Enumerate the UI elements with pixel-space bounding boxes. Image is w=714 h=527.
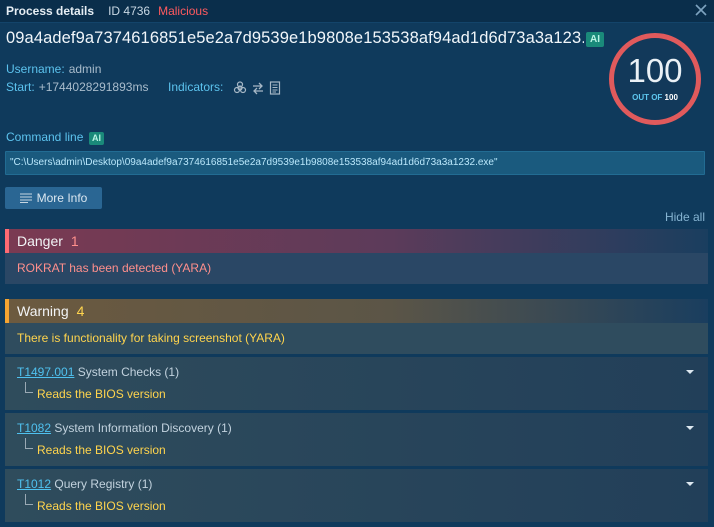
technique-name: System Checks (1) bbox=[77, 365, 180, 379]
danger-item: ROKRAT has been detected (YARA) bbox=[5, 253, 708, 284]
score-value: 100 bbox=[627, 52, 683, 89]
more-info-label: More Info bbox=[36, 191, 88, 205]
technique-name: Query Registry (1) bbox=[54, 477, 153, 491]
more-info-button[interactable]: More Info bbox=[5, 187, 102, 209]
technique-detail: Reads the BIOS version bbox=[37, 387, 166, 401]
start-value: +1744028291893ms bbox=[38, 80, 149, 94]
danger-label: Danger bbox=[17, 233, 63, 249]
score-out-of-label: OUT OF bbox=[632, 93, 663, 102]
network-arrows-icon[interactable] bbox=[251, 81, 265, 95]
command-line-label: Command line bbox=[6, 130, 84, 144]
process-id: ID 4736 bbox=[108, 4, 151, 18]
panel-title: Process details bbox=[6, 4, 95, 18]
verdict-label: Malicious bbox=[158, 4, 209, 18]
indicators-field: Indicators: bbox=[168, 80, 285, 95]
indicators-label: Indicators: bbox=[168, 80, 224, 94]
chevron-down-icon[interactable] bbox=[686, 369, 694, 375]
warning-severity-bar bbox=[5, 299, 9, 323]
technique-detail: Reads the BIOS version bbox=[37, 499, 166, 513]
danger-severity-bar bbox=[5, 229, 9, 253]
tree-connector bbox=[25, 494, 33, 505]
technique-row[interactable]: T1082 System Information Discovery (1) R… bbox=[5, 413, 708, 466]
threat-score: 100 OUT OF 100 bbox=[609, 33, 701, 125]
score-max: 100 bbox=[664, 93, 678, 102]
title-bar: Process details ID 4736 Malicious bbox=[0, 0, 714, 23]
biohazard-icon[interactable] bbox=[233, 81, 247, 95]
start-label: Start: bbox=[6, 80, 35, 94]
technique-id-link[interactable]: T1497.001 bbox=[17, 365, 74, 379]
tree-connector bbox=[25, 382, 33, 393]
warning-label: Warning bbox=[17, 303, 69, 319]
command-ai-badge[interactable]: AI bbox=[89, 132, 104, 145]
score-scale: OUT OF 100 bbox=[614, 93, 696, 102]
command-line-value[interactable]: "C:\Users\admin\Desktop\09a4adef9a737461… bbox=[5, 151, 705, 175]
close-icon[interactable] bbox=[694, 3, 708, 17]
danger-section-header[interactable]: Danger 1 bbox=[5, 229, 708, 253]
ai-badge[interactable]: AI bbox=[586, 32, 604, 47]
process-hash: 09a4adef9a7374616851e5e2a7d9539e1b9808e1… bbox=[6, 29, 584, 47]
username-field: Username: admin bbox=[6, 62, 101, 76]
chevron-down-icon[interactable] bbox=[686, 425, 694, 431]
username-label: Username: bbox=[6, 62, 65, 76]
technique-row[interactable]: T1012 Query Registry (1) Reads the BIOS … bbox=[5, 469, 708, 522]
technique-id-link[interactable]: T1082 bbox=[17, 421, 51, 435]
technique-detail: Reads the BIOS version bbox=[37, 443, 166, 457]
technique-row[interactable]: T1497.001 System Checks (1) Reads the BI… bbox=[5, 357, 708, 410]
warning-count: 4 bbox=[76, 303, 85, 319]
chevron-down-icon[interactable] bbox=[686, 481, 694, 487]
danger-count: 1 bbox=[70, 233, 79, 249]
hide-all-link[interactable]: Hide all bbox=[665, 210, 705, 224]
tree-connector bbox=[25, 438, 33, 449]
technique-name: System Information Discovery (1) bbox=[54, 421, 232, 435]
warning-section-header[interactable]: Warning 4 bbox=[5, 299, 708, 323]
list-icon bbox=[19, 193, 32, 203]
warning-item: There is functionality for taking screen… bbox=[5, 323, 708, 354]
start-field: Start: +1744028291893ms bbox=[6, 80, 148, 94]
username-value: admin bbox=[68, 62, 102, 76]
document-icon[interactable] bbox=[269, 81, 281, 95]
technique-id-link[interactable]: T1012 bbox=[17, 477, 51, 491]
